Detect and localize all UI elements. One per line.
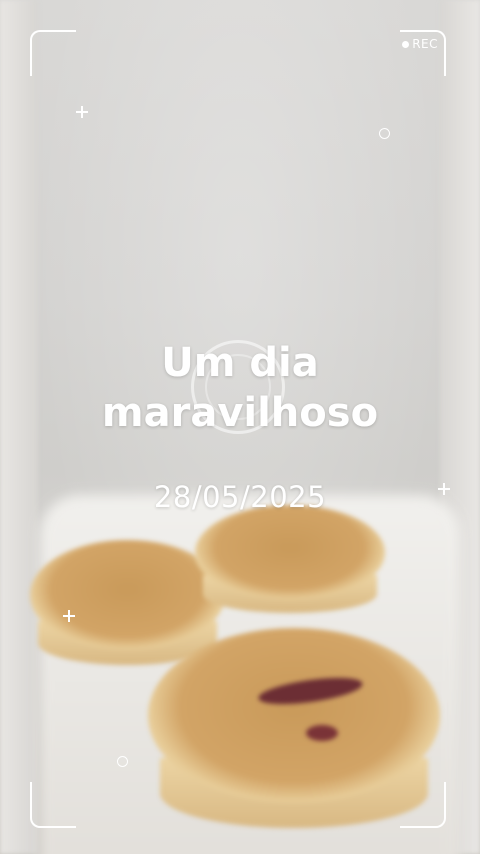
rec-indicator: REC: [402, 37, 438, 51]
circle-icon: [379, 128, 390, 139]
plus-icon: [76, 106, 88, 118]
frame-corner-top-left: [30, 30, 76, 76]
plus-icon: [63, 610, 75, 622]
rec-label: REC: [412, 37, 438, 51]
circle-icon: [117, 756, 128, 767]
jam-drop: [306, 725, 338, 741]
overlay-date: 28/05/2025: [153, 480, 327, 514]
rec-dot-icon: [402, 40, 410, 48]
tart-front: [148, 628, 440, 828]
frame-corner-bottom-left: [30, 782, 76, 828]
overlay-title: Um dia maravilhoso: [0, 338, 480, 438]
title-line-2: maravilhoso: [101, 390, 379, 436]
tart-back: [195, 505, 385, 614]
frame-corner-bottom-right: [400, 782, 446, 828]
title-line-1: Um dia: [161, 340, 319, 386]
